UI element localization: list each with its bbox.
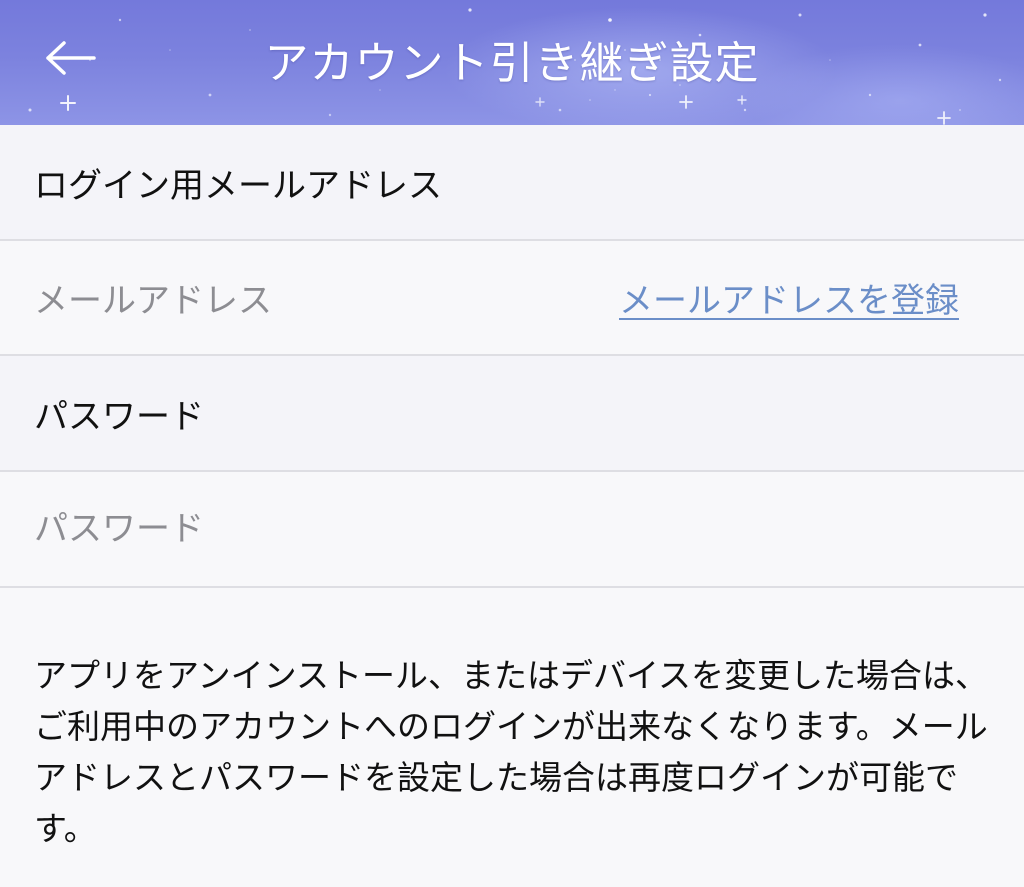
- password-section-label: パスワード: [34, 396, 204, 437]
- page-title: アカウント引き継ぎ設定: [264, 38, 760, 89]
- account-transfer-screen: アカウント引き継ぎ設定 ログイン用メールアドレス メールアドレス メールアドレス…: [0, 0, 1024, 887]
- email-field-row: メールアドレス メールアドレスを登録: [0, 241, 1024, 356]
- password-section-header: パスワード: [0, 356, 1024, 472]
- password-input[interactable]: [34, 509, 934, 549]
- email-field: メールアドレス: [34, 281, 272, 321]
- email-section-header: ログイン用メールアドレス: [0, 125, 1024, 241]
- password-field-row: [0, 472, 1024, 588]
- header-bar: アカウント引き継ぎ設定: [0, 0, 1024, 125]
- notice-text: アプリをアンインストール、またはデバイスを変更した場合は、ご利用中のアカウントへ…: [34, 656, 989, 848]
- register-email-link[interactable]: メールアドレスを登録: [619, 273, 959, 322]
- email-section-label: ログイン用メールアドレス: [34, 165, 442, 206]
